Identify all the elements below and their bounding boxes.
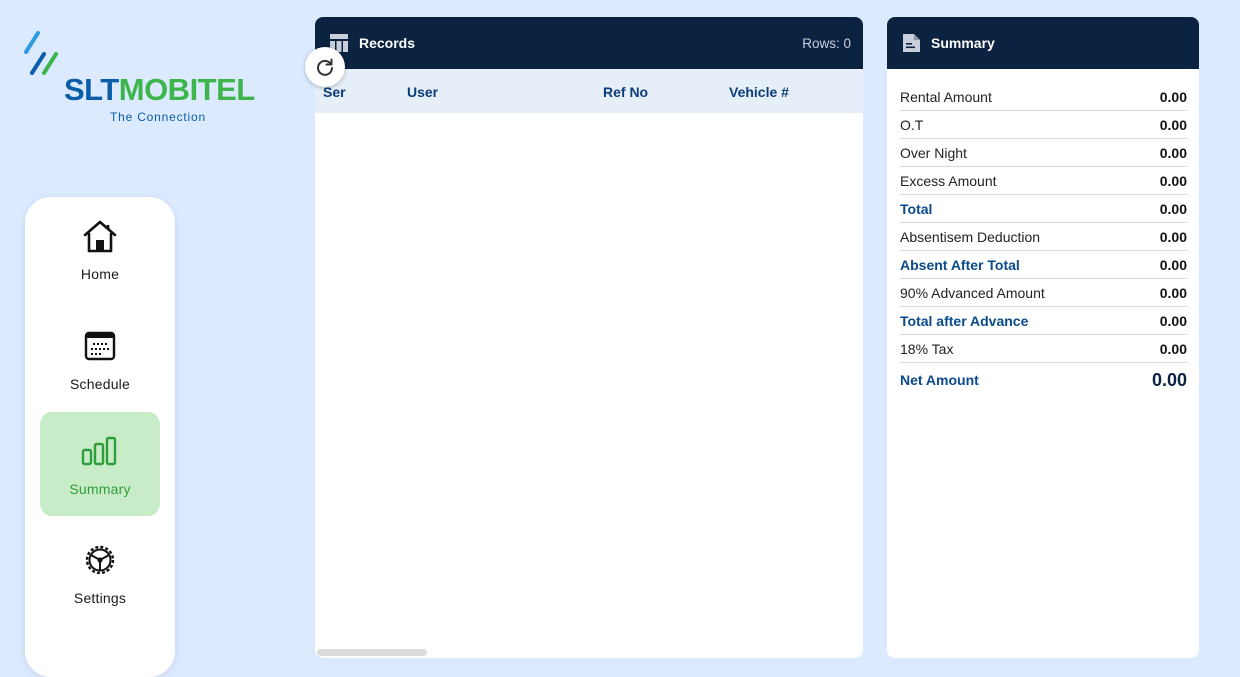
refresh-button[interactable] <box>305 47 345 87</box>
records-row-count: Rows: 0 <box>802 35 851 51</box>
column-header-vehicle[interactable]: Vehicle # <box>729 84 789 100</box>
records-header: Records Rows: 0 <box>315 17 863 69</box>
summary-label: Total <box>900 200 933 217</box>
summary-label: Total after Advance <box>900 312 1029 329</box>
sidebar-item-label: Home <box>80 266 120 282</box>
summary-row-advanced-amount: 90% Advanced Amount 0.00 <box>900 279 1187 307</box>
summary-row-total-after-advance: Total after Advance 0.00 <box>900 307 1187 335</box>
summary-row-ot: O.T 0.00 <box>900 111 1187 139</box>
summary-label: Absent After Total <box>900 256 1020 273</box>
sidebar-item-settings[interactable]: Settings <box>40 521 160 625</box>
summary-row-tax: 18% Tax 0.00 <box>900 335 1187 363</box>
summary-label: Rental Amount <box>900 88 992 105</box>
summary-value: 0.00 <box>1159 88 1187 105</box>
column-header-user[interactable]: User <box>407 84 438 100</box>
summary-panel: Summary Rental Amount 0.00 O.T 0.00 Over… <box>887 17 1199 658</box>
sidebar-item-label: Settings <box>73 590 127 606</box>
summary-row-excess-amount: Excess Amount 0.00 <box>900 167 1187 195</box>
records-panel: Records Rows: 0 Ser User Ref No Vehicle … <box>315 17 863 658</box>
bar-chart-icon <box>80 431 120 471</box>
logo-slashes-icon <box>24 31 58 75</box>
summary-label: Excess Amount <box>900 172 997 189</box>
brand-tagline: The Connection <box>110 110 206 124</box>
brand-logo: SLTMOBITEL The Connection <box>22 30 272 130</box>
summary-value: 0.00 <box>1159 256 1187 273</box>
sidebar-item-label: Schedule <box>70 376 130 392</box>
horizontal-scrollbar[interactable] <box>317 649 427 656</box>
summary-label: 18% Tax <box>900 340 954 357</box>
net-amount-value: 0.00 <box>1151 369 1187 390</box>
summary-title: Summary <box>931 35 995 51</box>
summary-value: 0.00 <box>1159 172 1187 189</box>
summary-row-rental-amount: Rental Amount 0.00 <box>900 83 1187 111</box>
summary-label: O.T <box>900 116 924 133</box>
summary-row-absent-after-total: Absent After Total 0.00 <box>900 251 1187 279</box>
gear-icon <box>80 540 120 580</box>
summary-label: 90% Advanced Amount <box>900 284 1045 301</box>
sidebar-item-home[interactable]: Home <box>40 197 160 301</box>
summary-value: 0.00 <box>1159 284 1187 301</box>
brand-wordmark-slt: SLT <box>64 72 119 107</box>
summary-value: 0.00 <box>1159 116 1187 133</box>
records-table-header: Ser User Ref No Vehicle # <box>315 69 863 113</box>
brand-wordmark-mobitel: MOBITEL <box>118 72 256 107</box>
summary-value: 0.00 <box>1159 312 1187 329</box>
summary-list: Rental Amount 0.00 O.T 0.00 Over Night 0… <box>887 69 1199 397</box>
sidebar-item-summary[interactable]: Summary <box>40 412 160 516</box>
refresh-icon <box>317 58 333 76</box>
column-header-ref-no[interactable]: Ref No <box>603 84 648 100</box>
summary-header: Summary <box>887 17 1199 69</box>
home-icon <box>80 216 120 256</box>
sidebar-item-schedule[interactable]: Schedule <box>40 307 160 411</box>
net-amount-label: Net Amount <box>900 372 979 388</box>
summary-value: 0.00 <box>1159 200 1187 217</box>
summary-label: Over Night <box>900 144 967 161</box>
summary-row-over-night: Over Night 0.00 <box>900 139 1187 167</box>
summary-value: 0.00 <box>1159 340 1187 357</box>
summary-value: 0.00 <box>1159 228 1187 245</box>
brand-wordmark: SLTMOBITEL <box>64 74 255 105</box>
calendar-icon <box>80 326 120 366</box>
records-table-body <box>315 113 863 653</box>
summary-label: Absentisem Deduction <box>900 228 1041 245</box>
summary-value: 0.00 <box>1159 144 1187 161</box>
sidebar-item-label: Summary <box>69 481 131 497</box>
records-title: Records <box>359 35 416 51</box>
summary-row-total: Total 0.00 <box>900 195 1187 223</box>
sidebar-nav: Home Schedule Summary Settings <box>25 197 175 677</box>
summary-row-absentisem-deduction: Absentisem Deduction 0.00 <box>900 223 1187 251</box>
summary-row-net-amount: Net Amount 0.00 <box>900 363 1187 397</box>
document-icon <box>903 34 920 52</box>
